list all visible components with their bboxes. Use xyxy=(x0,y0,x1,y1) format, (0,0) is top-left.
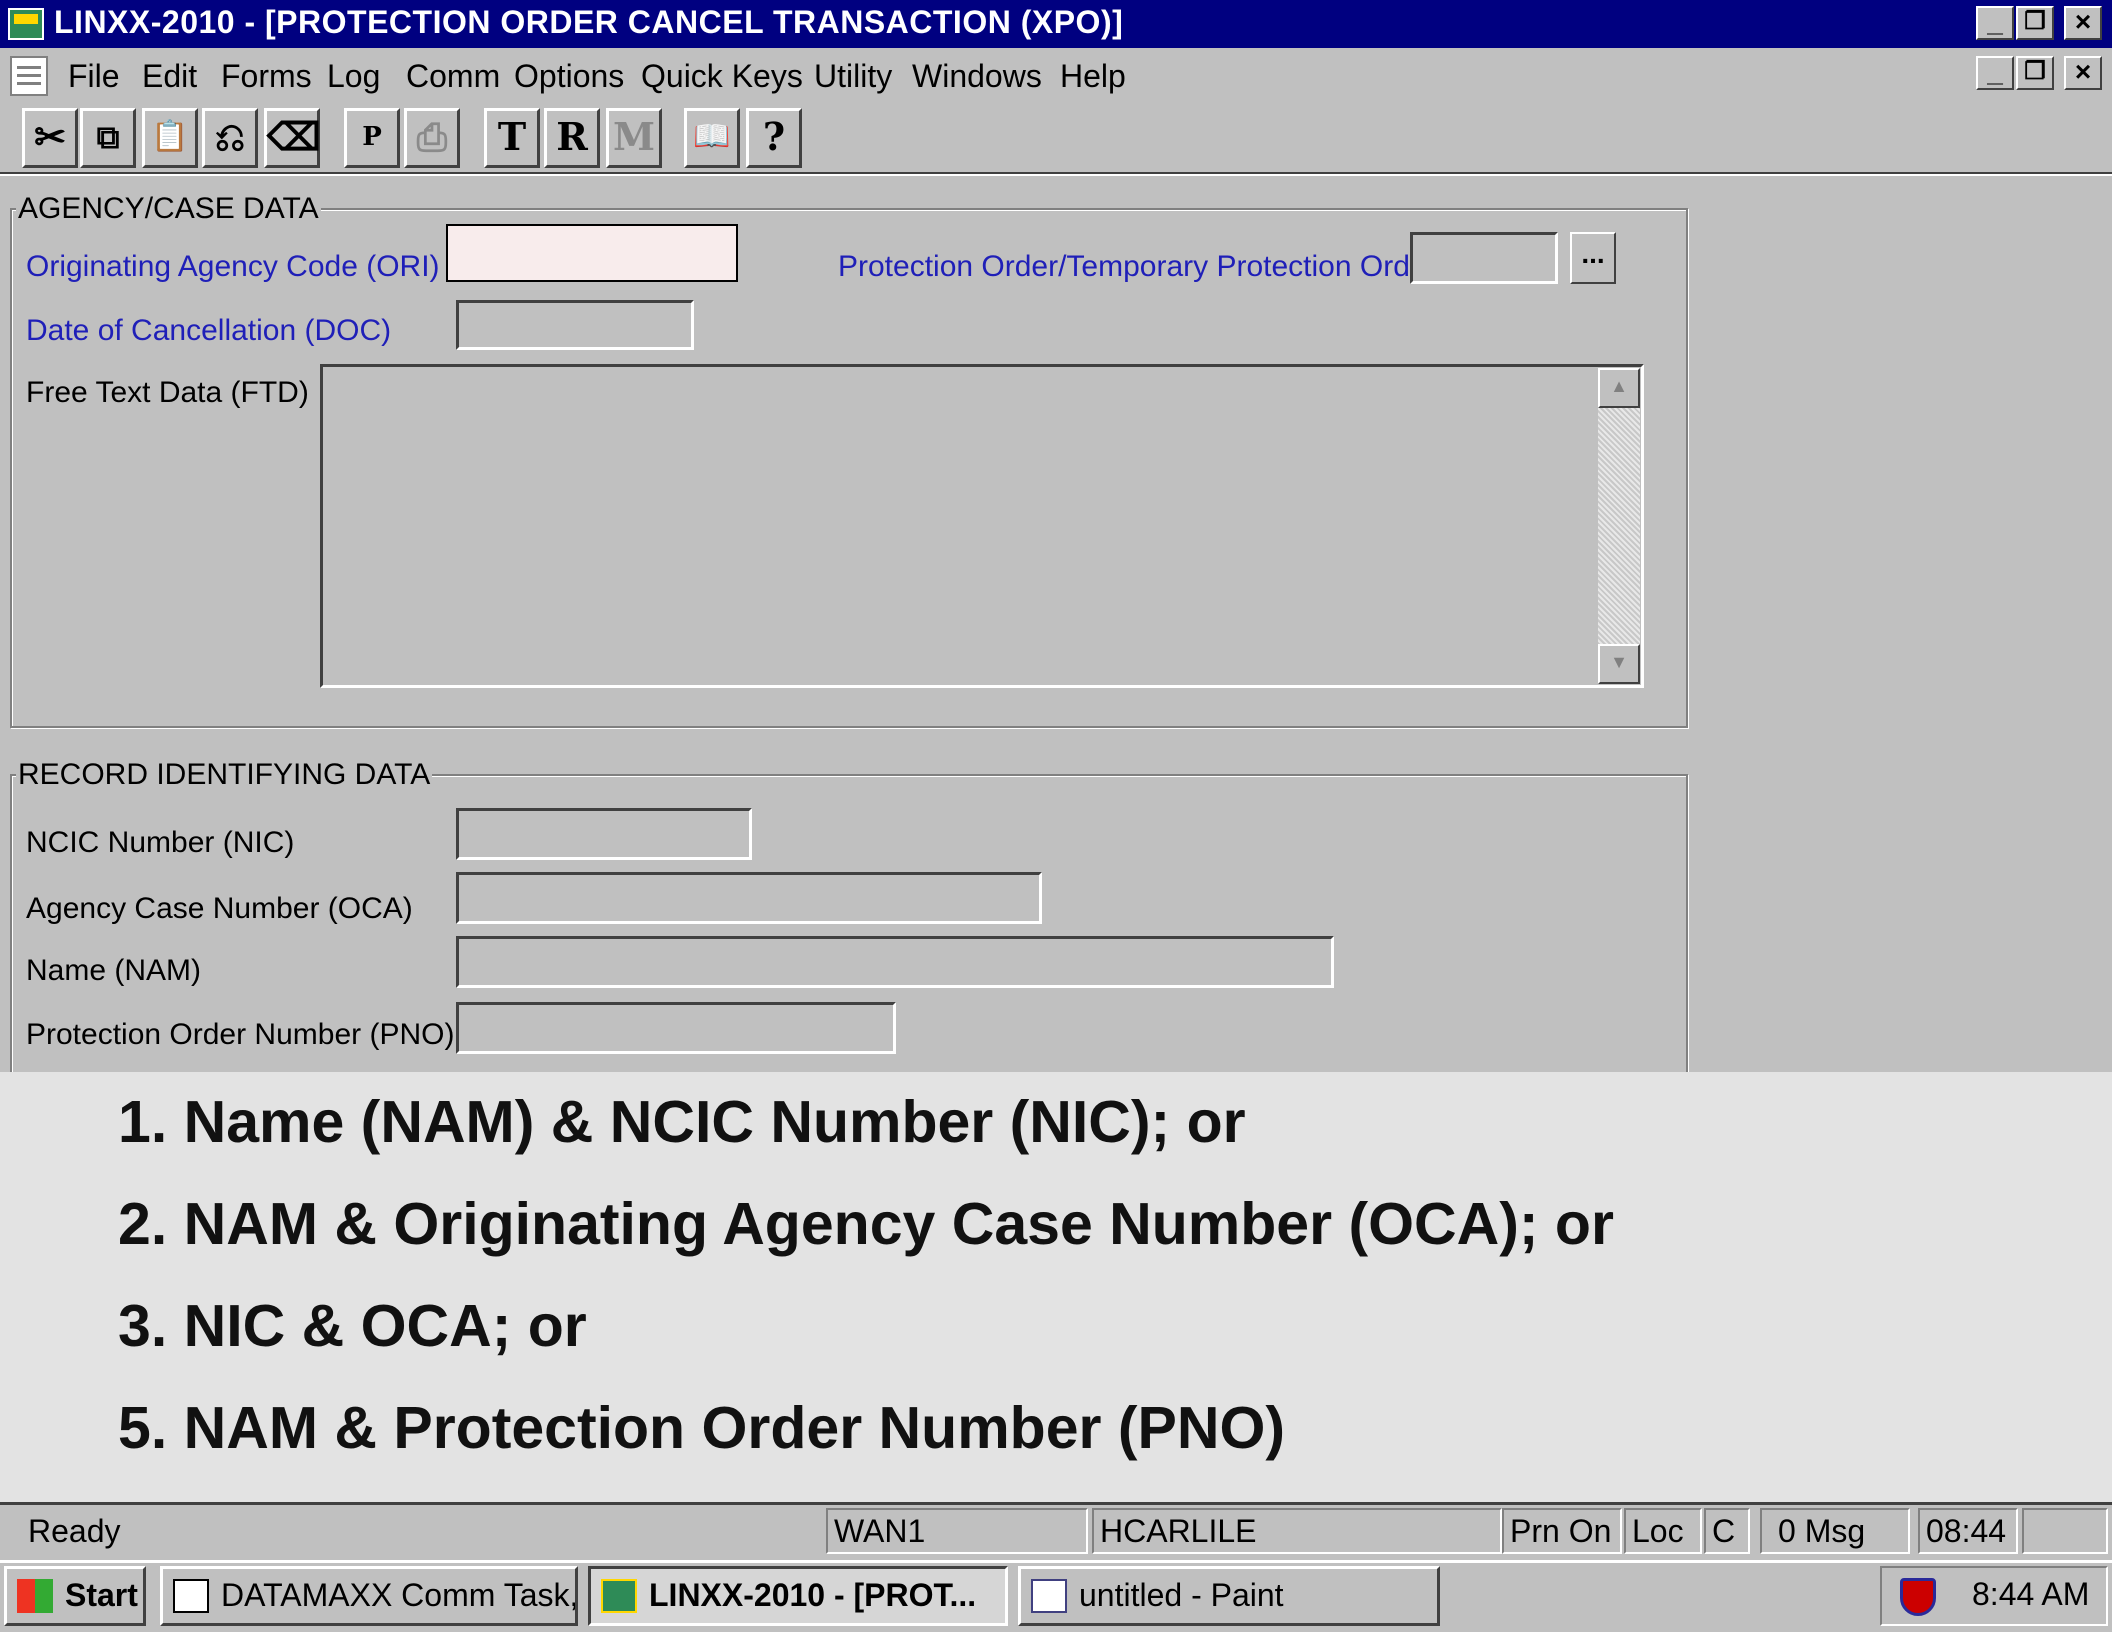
copy-icon[interactable]: ⧉ xyxy=(80,108,136,168)
scroll-down-icon[interactable]: ▼ xyxy=(1598,644,1640,684)
agency-case-group-label: AGENCY/CASE DATA xyxy=(16,192,321,226)
doc-close-icon[interactable]: × xyxy=(2064,56,2102,90)
protection-order-label: Protection Order/Temporary Protection Or… xyxy=(838,250,1437,283)
undo-icon[interactable]: ⎌ xyxy=(202,108,258,168)
linxx-icon xyxy=(601,1579,637,1613)
menu-edit[interactable]: Edit xyxy=(142,58,197,95)
instruction-line-4: 5. NAM & Protection Order Number (PNO) xyxy=(118,1395,1286,1461)
ftd-textarea[interactable] xyxy=(320,364,1644,688)
scroll-up-icon[interactable]: ▲ xyxy=(1598,368,1640,408)
tray-clock: 8:44 AM xyxy=(1972,1576,2090,1612)
shield-icon[interactable] xyxy=(1900,1578,1936,1616)
close-icon[interactable]: × xyxy=(2064,6,2102,40)
document-icon[interactable] xyxy=(10,56,48,96)
menu-options[interactable]: Options xyxy=(514,58,624,95)
task-datamaxx[interactable]: DATAMAXX Comm Task, ... xyxy=(160,1566,578,1626)
doc-label: Date of Cancellation (DOC) xyxy=(26,314,392,347)
instruction-line-2: 2. NAM & Originating Agency Case Number … xyxy=(118,1191,1614,1257)
menu-quick-keys[interactable]: Quick Keys xyxy=(641,58,803,95)
nam-input[interactable] xyxy=(456,936,1334,988)
windows-logo-icon xyxy=(17,1579,53,1613)
start-button[interactable]: Start xyxy=(4,1566,146,1626)
status-user: HCARLILE xyxy=(1092,1508,1502,1554)
minimize-icon[interactable]: _ xyxy=(1976,6,2014,40)
ori-label: Originating Agency Code (ORI) xyxy=(26,250,440,283)
eraser-icon[interactable]: ⌫ xyxy=(264,108,321,168)
pno-input[interactable] xyxy=(456,1002,896,1054)
ftd-scrollbar[interactable] xyxy=(1598,368,1640,684)
window-title: LINXX-2010 - [PROTECTION ORDER CANCEL TR… xyxy=(54,4,1124,40)
status-time: 08:44 xyxy=(1918,1508,2018,1554)
menu-bar xyxy=(0,48,2112,104)
oca-input[interactable] xyxy=(456,872,1042,924)
toolbar-separator xyxy=(0,172,2112,176)
status-prn: Prn On xyxy=(1502,1508,1622,1554)
menu-help[interactable]: Help xyxy=(1060,58,1126,95)
status-msg: 0 Msg xyxy=(1760,1508,1910,1554)
menu-utility[interactable]: Utility xyxy=(814,58,892,95)
status-line: WAN1 xyxy=(826,1508,1088,1554)
protection-order-lookup-button[interactable]: ... xyxy=(1570,232,1616,284)
book-icon[interactable]: 📖 xyxy=(684,108,740,168)
title-bar[interactable]: LINXX-2010 - [PROTECTION ORDER CANCEL TR… xyxy=(0,0,2112,48)
menu-file[interactable]: File xyxy=(68,58,120,95)
menu-forms[interactable]: Forms xyxy=(221,58,312,95)
pno-label: Protection Order Number (PNO) xyxy=(26,1018,455,1051)
status-extra xyxy=(2022,1508,2108,1554)
menu-log[interactable]: Log xyxy=(327,58,380,95)
task-linxx[interactable]: LINXX-2010 - [PROT... xyxy=(588,1566,1008,1626)
nic-input[interactable] xyxy=(456,808,752,860)
status-ready: Ready xyxy=(28,1513,121,1549)
nam-label: Name (NAM) xyxy=(26,954,202,987)
instruction-line-1: 1. Name (NAM) & NCIC Number (NIC); or xyxy=(118,1089,1246,1155)
record-identifying-group-label: RECORD IDENTIFYING DATA xyxy=(16,758,433,792)
menu-windows[interactable]: Windows xyxy=(912,58,1042,95)
system-tray: 8:44 AM xyxy=(1880,1566,2108,1626)
doc-restore-icon[interactable]: ❐ xyxy=(2016,56,2054,90)
protection-order-input[interactable] xyxy=(1410,232,1558,284)
instruction-overlay: 1. Name (NAM) & NCIC Number (NIC); or 2.… xyxy=(0,1072,2112,1502)
paint-icon xyxy=(1031,1579,1067,1613)
print-preview-icon[interactable]: P xyxy=(344,108,400,168)
app-icon[interactable] xyxy=(8,8,44,40)
menu-comm[interactable]: Comm xyxy=(406,58,500,95)
help-icon[interactable]: ? xyxy=(746,108,802,168)
task-paint[interactable]: untitled - Paint xyxy=(1018,1566,1440,1626)
datamaxx-icon xyxy=(173,1579,209,1613)
r-icon[interactable]: R xyxy=(544,108,600,168)
doc-input[interactable] xyxy=(456,300,694,350)
t-icon[interactable]: T xyxy=(484,108,540,168)
paste-icon[interactable]: 📋 xyxy=(142,108,198,168)
cut-icon[interactable]: ✂ xyxy=(22,108,78,168)
ori-input[interactable] xyxy=(446,224,738,282)
ftd-label: Free Text Data (FTD) xyxy=(26,376,309,409)
m-icon[interactable]: M xyxy=(606,108,662,168)
status-loc: Loc xyxy=(1624,1508,1702,1554)
oca-label: Agency Case Number (OCA) xyxy=(26,892,413,925)
doc-minimize-icon[interactable]: _ xyxy=(1976,56,2014,90)
status-c: C xyxy=(1704,1508,1750,1554)
nic-label: NCIC Number (NIC) xyxy=(26,826,295,859)
print-icon[interactable]: ⎙ xyxy=(404,108,460,168)
restore-icon[interactable]: ❐ xyxy=(2016,6,2054,40)
instruction-line-3: 3. NIC & OCA; or xyxy=(118,1293,587,1359)
